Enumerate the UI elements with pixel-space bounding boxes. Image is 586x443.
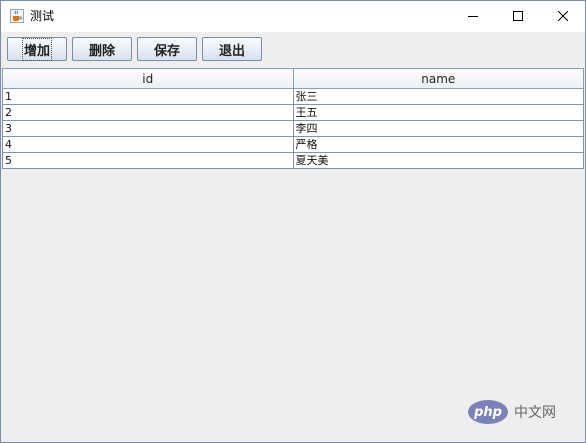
delete-button-label: 删除 xyxy=(88,43,115,59)
close-icon xyxy=(557,11,568,21)
table-header-row: id name xyxy=(2,68,584,89)
cell-id[interactable]: 5 xyxy=(2,152,294,169)
site-watermark: php 中文网 xyxy=(468,399,580,425)
data-table: id name 1 张三 2 王五 3 李四 4 严格 5 夏天美 xyxy=(2,68,584,169)
add-button-label: 增加 xyxy=(21,37,53,61)
php-logo: php xyxy=(468,400,508,424)
title-bar[interactable]: 测试 xyxy=(1,1,585,32)
minimize-icon xyxy=(467,16,478,17)
app-window: 测试 增加 删除 保存 退出 id name 1 张三 2 王五 3 李四 4 … xyxy=(0,0,586,443)
exit-button-label: 退出 xyxy=(218,43,245,59)
table-row[interactable]: 2 王五 xyxy=(2,104,584,121)
cell-name[interactable]: 王五 xyxy=(292,104,584,121)
table-row[interactable]: 5 夏天美 xyxy=(2,152,584,169)
toolbar: 增加 删除 保存 退出 xyxy=(1,32,585,67)
cell-id[interactable]: 3 xyxy=(2,120,294,137)
table-row[interactable]: 1 张三 xyxy=(2,88,584,105)
watermark-site-text: 中文网 xyxy=(514,405,556,421)
cell-name[interactable]: 张三 xyxy=(292,88,584,105)
cell-name[interactable]: 夏天美 xyxy=(292,152,584,169)
minimize-button[interactable] xyxy=(450,1,495,31)
cell-id[interactable]: 1 xyxy=(2,88,294,105)
cell-name[interactable]: 严格 xyxy=(292,136,584,153)
save-button-label: 保存 xyxy=(153,43,180,59)
table-row[interactable]: 3 李四 xyxy=(2,120,584,137)
java-cup-icon xyxy=(10,9,24,23)
maximize-button[interactable] xyxy=(495,1,540,31)
exit-button[interactable]: 退出 xyxy=(202,37,262,61)
table-row[interactable]: 4 严格 xyxy=(2,136,584,153)
maximize-icon xyxy=(512,11,523,21)
cell-id[interactable]: 4 xyxy=(2,136,294,153)
column-header-name[interactable]: name xyxy=(292,68,584,89)
cell-id[interactable]: 2 xyxy=(2,104,294,121)
column-header-id[interactable]: id xyxy=(2,68,294,89)
cell-name[interactable]: 李四 xyxy=(292,120,584,137)
delete-button[interactable]: 删除 xyxy=(72,37,132,61)
add-button[interactable]: 增加 xyxy=(7,37,67,61)
save-button[interactable]: 保存 xyxy=(137,37,197,61)
window-title: 测试 xyxy=(30,9,55,23)
close-button[interactable] xyxy=(540,1,585,31)
